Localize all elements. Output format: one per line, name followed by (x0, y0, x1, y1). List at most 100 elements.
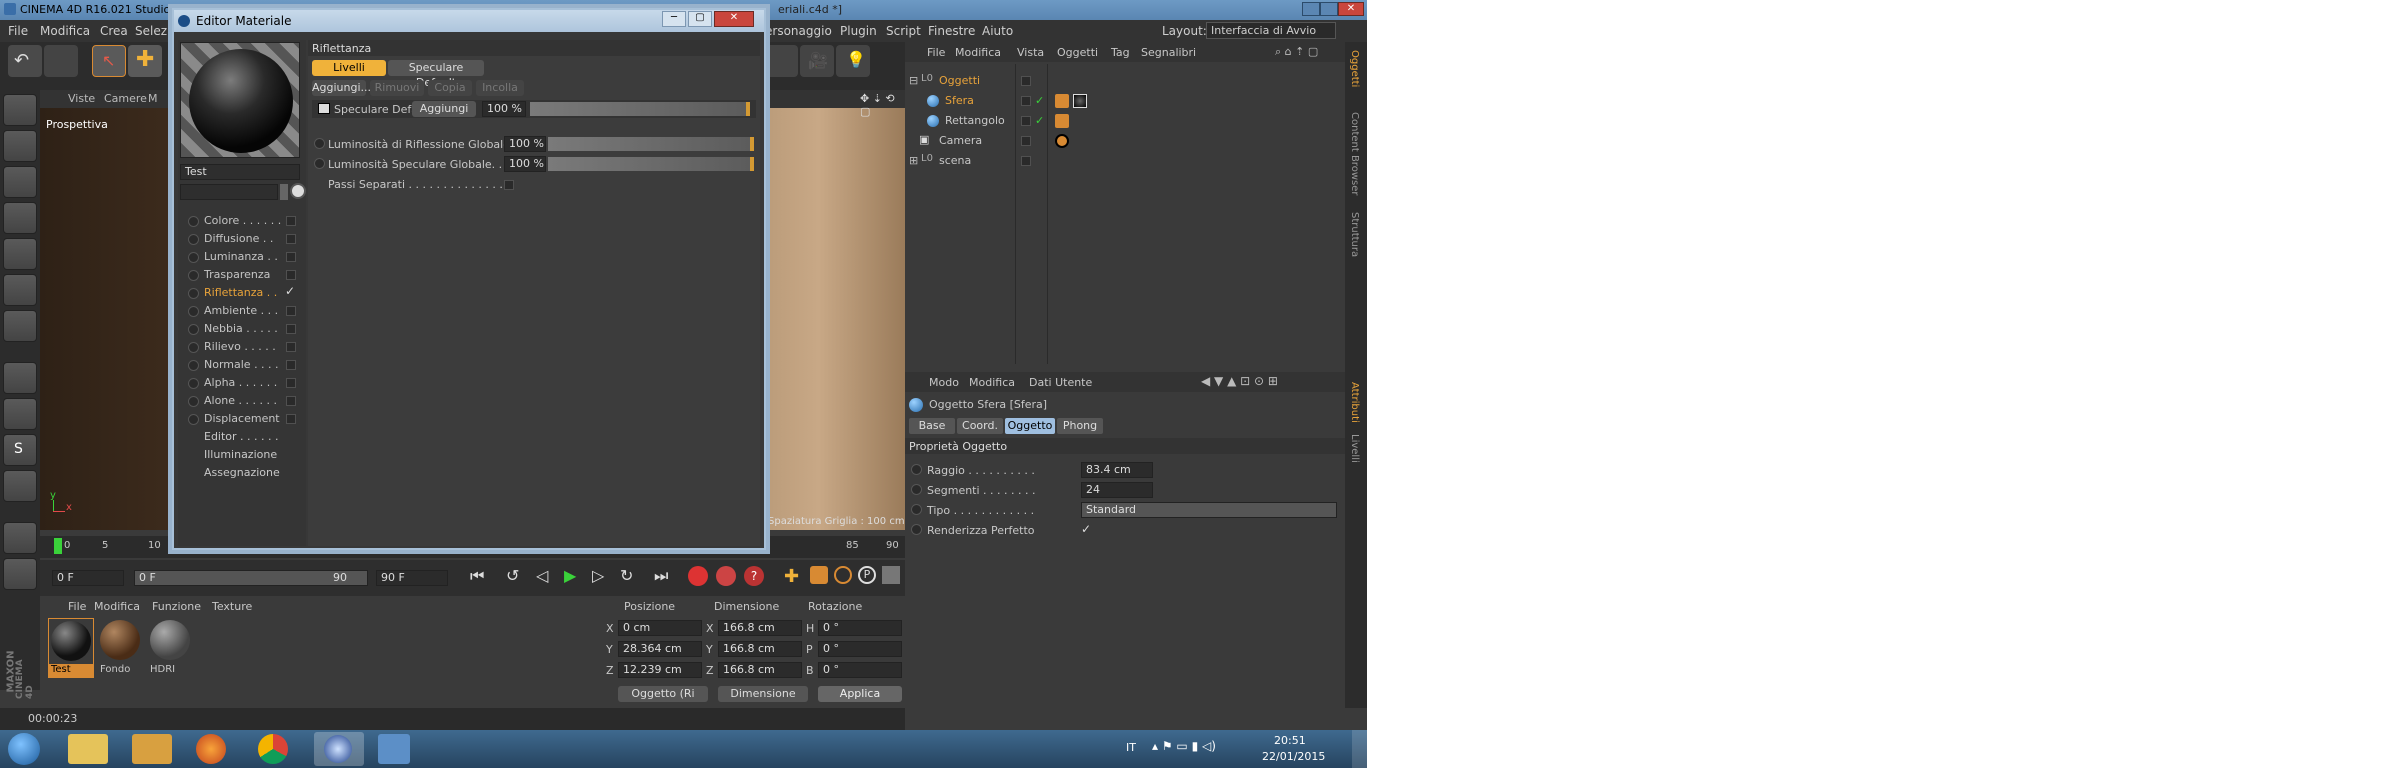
channel-checkbox-normale[interactable] (286, 360, 296, 370)
firefox-icon[interactable] (196, 734, 226, 764)
edges-mode-icon[interactable] (3, 274, 37, 306)
menu-script[interactable]: Script (886, 24, 921, 38)
extra-assegnazione[interactable]: Assegnazione (204, 466, 280, 479)
side-tab-attributi[interactable]: Attributi (1349, 382, 1360, 423)
maximize-button[interactable] (1320, 2, 1338, 16)
grid-lock-icon[interactable] (3, 522, 37, 554)
tipo-select[interactable]: Standard (1081, 502, 1337, 518)
paint-icon[interactable] (378, 734, 410, 764)
paste-layer-button[interactable]: Incolla (476, 80, 524, 96)
redo-icon[interactable] (44, 45, 78, 77)
channel-colore[interactable]: Colore . . . . . . (188, 214, 281, 227)
material-name-field[interactable]: Test (180, 164, 300, 180)
model-mode-icon[interactable] (3, 94, 37, 126)
undo-icon[interactable]: ↶ (8, 45, 42, 77)
enabled-check-icon[interactable]: ✓ (1035, 94, 1044, 107)
previous-frame-icon[interactable]: ◁ (536, 566, 548, 585)
key-rotation-icon[interactable] (834, 566, 852, 584)
mat-menu-modifica[interactable]: Modifica (94, 600, 140, 613)
protection-tag-icon[interactable] (1055, 134, 1069, 148)
remove-layer-button[interactable]: Rimuovi (370, 80, 424, 96)
phong-tag-icon[interactable] (1055, 114, 1069, 128)
render-perfect-checkbox[interactable]: ✓ (1081, 522, 1091, 536)
autokey-icon[interactable] (716, 566, 736, 586)
obj-menu-modifica[interactable]: Modifica (955, 46, 1001, 59)
layer-visibility-icon[interactable] (318, 103, 330, 114)
render-settings-icon[interactable] (764, 45, 798, 77)
channel-riflettanza[interactable]: Riflettanza . . (188, 286, 277, 299)
segmenti-field[interactable]: 24 (1081, 482, 1153, 498)
channel-checkbox-alone[interactable] (286, 396, 296, 406)
next-frame-icon[interactable]: ▷ (592, 566, 604, 585)
channel-checkbox-luminanza[interactable] (286, 252, 296, 262)
obj-menu-file[interactable]: File (927, 46, 945, 59)
channel-diffusione[interactable]: Diffusione . . (188, 232, 273, 245)
side-tab-content-browser[interactable]: Content Browser (1349, 112, 1360, 195)
extra-editor[interactable]: Editor . . . . . . (204, 430, 279, 443)
rotation-b-field[interactable]: 0 ° (818, 662, 902, 678)
obj-menu-tag[interactable]: Tag (1111, 46, 1130, 59)
visibility-toggle[interactable] (1021, 96, 1031, 106)
global-reflection-slider[interactable] (548, 137, 754, 151)
segmenti-radio[interactable] (911, 484, 927, 496)
key-scale-icon[interactable] (810, 566, 828, 584)
snap-icon[interactable]: S (3, 434, 37, 466)
channel-displacement[interactable]: Displacement (188, 412, 280, 425)
key-position-icon[interactable]: ✚ (784, 566, 799, 587)
menu-aiuto[interactable]: Aiuto (982, 24, 1013, 38)
channel-checkbox-ambiente[interactable] (286, 306, 296, 316)
key-pla-icon[interactable] (882, 566, 900, 584)
separate-passes-checkbox[interactable] (504, 180, 514, 190)
channel-rilievo[interactable]: Rilievo . . . . . (188, 340, 276, 353)
material-extra-field[interactable] (180, 184, 278, 200)
viewport-menu-viste[interactable]: Viste (68, 92, 95, 105)
coord-mode-select[interactable]: Oggetto (Ri (618, 686, 708, 702)
attr-tab-base[interactable]: Base (909, 418, 955, 434)
obj-menu-vista[interactable]: Vista (1017, 46, 1044, 59)
tab-speculare-default[interactable]: Speculare Default (388, 60, 484, 89)
side-tab-oggetti[interactable]: Oggetti (1349, 50, 1360, 87)
tree-row-oggetti[interactable]: ⊟ L0 Oggetti (905, 72, 1345, 90)
channel-checkbox-alpha[interactable] (286, 378, 296, 388)
media-player-icon[interactable] (132, 734, 172, 764)
channel-normale[interactable]: Normale . . . . (188, 358, 279, 371)
explorer-icon[interactable] (68, 734, 108, 764)
global-specular-slider[interactable] (548, 157, 754, 171)
mat-menu-texture[interactable]: Texture (212, 600, 252, 613)
texture-mode-icon[interactable] (3, 166, 37, 198)
tab-livelli[interactable]: Livelli (312, 60, 386, 76)
tweak-mode-icon[interactable] (3, 398, 37, 430)
channel-checkbox-riflettanza[interactable]: ✓ (285, 284, 295, 298)
close-button[interactable]: ✕ (1338, 2, 1364, 16)
position-y-field[interactable]: 28.364 cm (618, 641, 702, 657)
channel-checkbox-nebbia[interactable] (286, 324, 296, 334)
visibility-toggle[interactable] (1021, 136, 1031, 146)
menu-crea[interactable]: Crea (100, 24, 128, 38)
minimize-button[interactable] (1302, 2, 1320, 16)
tree-row-rettangolo[interactable]: Rettangolo ✓ (905, 112, 1345, 130)
size-z-field[interactable]: 166.8 cm (718, 662, 802, 678)
add-layer-button[interactable]: Aggiungi... (312, 80, 371, 96)
menu-plugin[interactable]: Plugin (840, 24, 877, 38)
layout-select[interactable]: Interfaccia di Avvio (1206, 22, 1336, 39)
tree-row-scena[interactable]: ⊞ L0 scena (905, 152, 1345, 170)
next-key-icon[interactable]: ↻ (620, 566, 633, 585)
attr-nav-icon[interactable]: ◀ ▼ ▲ ⊡ ⊙ ⊞ (1201, 374, 1278, 388)
workplane-lock-icon[interactable] (3, 558, 37, 590)
material-swatch-fondo[interactable]: Fondo (98, 618, 144, 678)
extra-illuminazione[interactable]: Illuminazione (204, 448, 277, 461)
material-swatch-hdri[interactable]: HDRI (148, 618, 194, 678)
viewport-menu-mostra[interactable]: M (148, 92, 158, 105)
key-parameter-icon[interactable]: P (858, 566, 876, 584)
layer-opacity-slider[interactable] (530, 102, 750, 116)
channel-checkbox-displacement[interactable] (286, 414, 296, 424)
size-x-field[interactable]: 166.8 cm (718, 620, 802, 636)
light-icon[interactable]: 💡 (836, 45, 870, 77)
attr-tab-phong[interactable]: Phong (1057, 418, 1103, 434)
start-frame-field[interactable]: 0 F (52, 570, 124, 586)
menu-modifica[interactable]: Modifica (40, 24, 90, 38)
expand-arrow-icon[interactable] (280, 184, 288, 200)
channel-trasparenza[interactable]: Trasparenza (188, 268, 270, 281)
viewport-nav-icon[interactable]: ✥ ⇣ ⟲ ▢ (860, 92, 905, 118)
tipo-radio[interactable] (911, 504, 927, 516)
